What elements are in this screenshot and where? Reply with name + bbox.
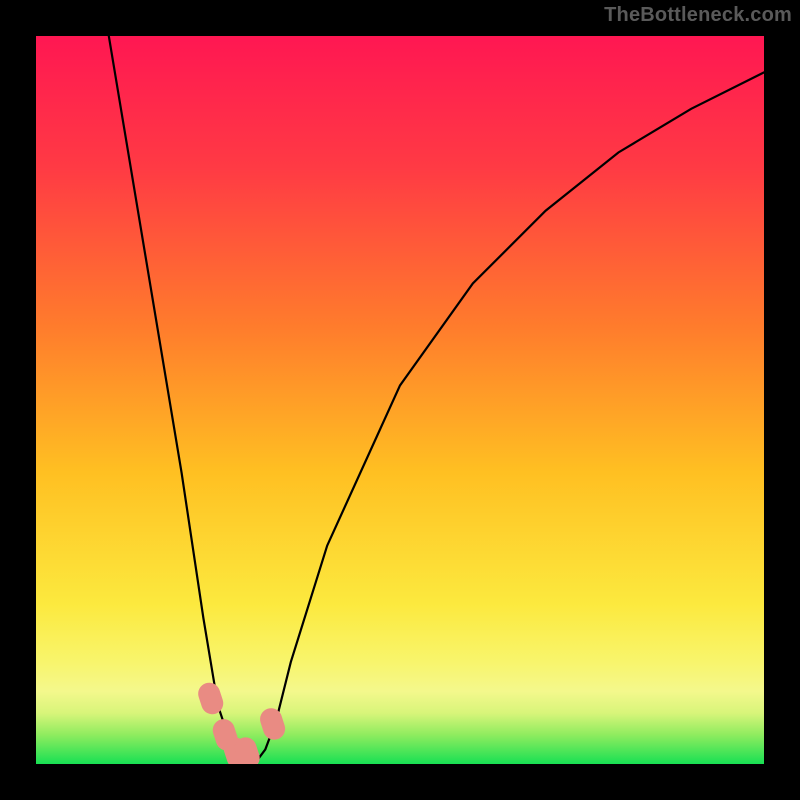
- chart-svg: [36, 36, 764, 764]
- plot-area: [36, 36, 764, 764]
- gradient-background: [36, 36, 764, 764]
- watermark-text: TheBottleneck.com: [604, 4, 792, 27]
- chart-frame: TheBottleneck.com: [0, 0, 800, 800]
